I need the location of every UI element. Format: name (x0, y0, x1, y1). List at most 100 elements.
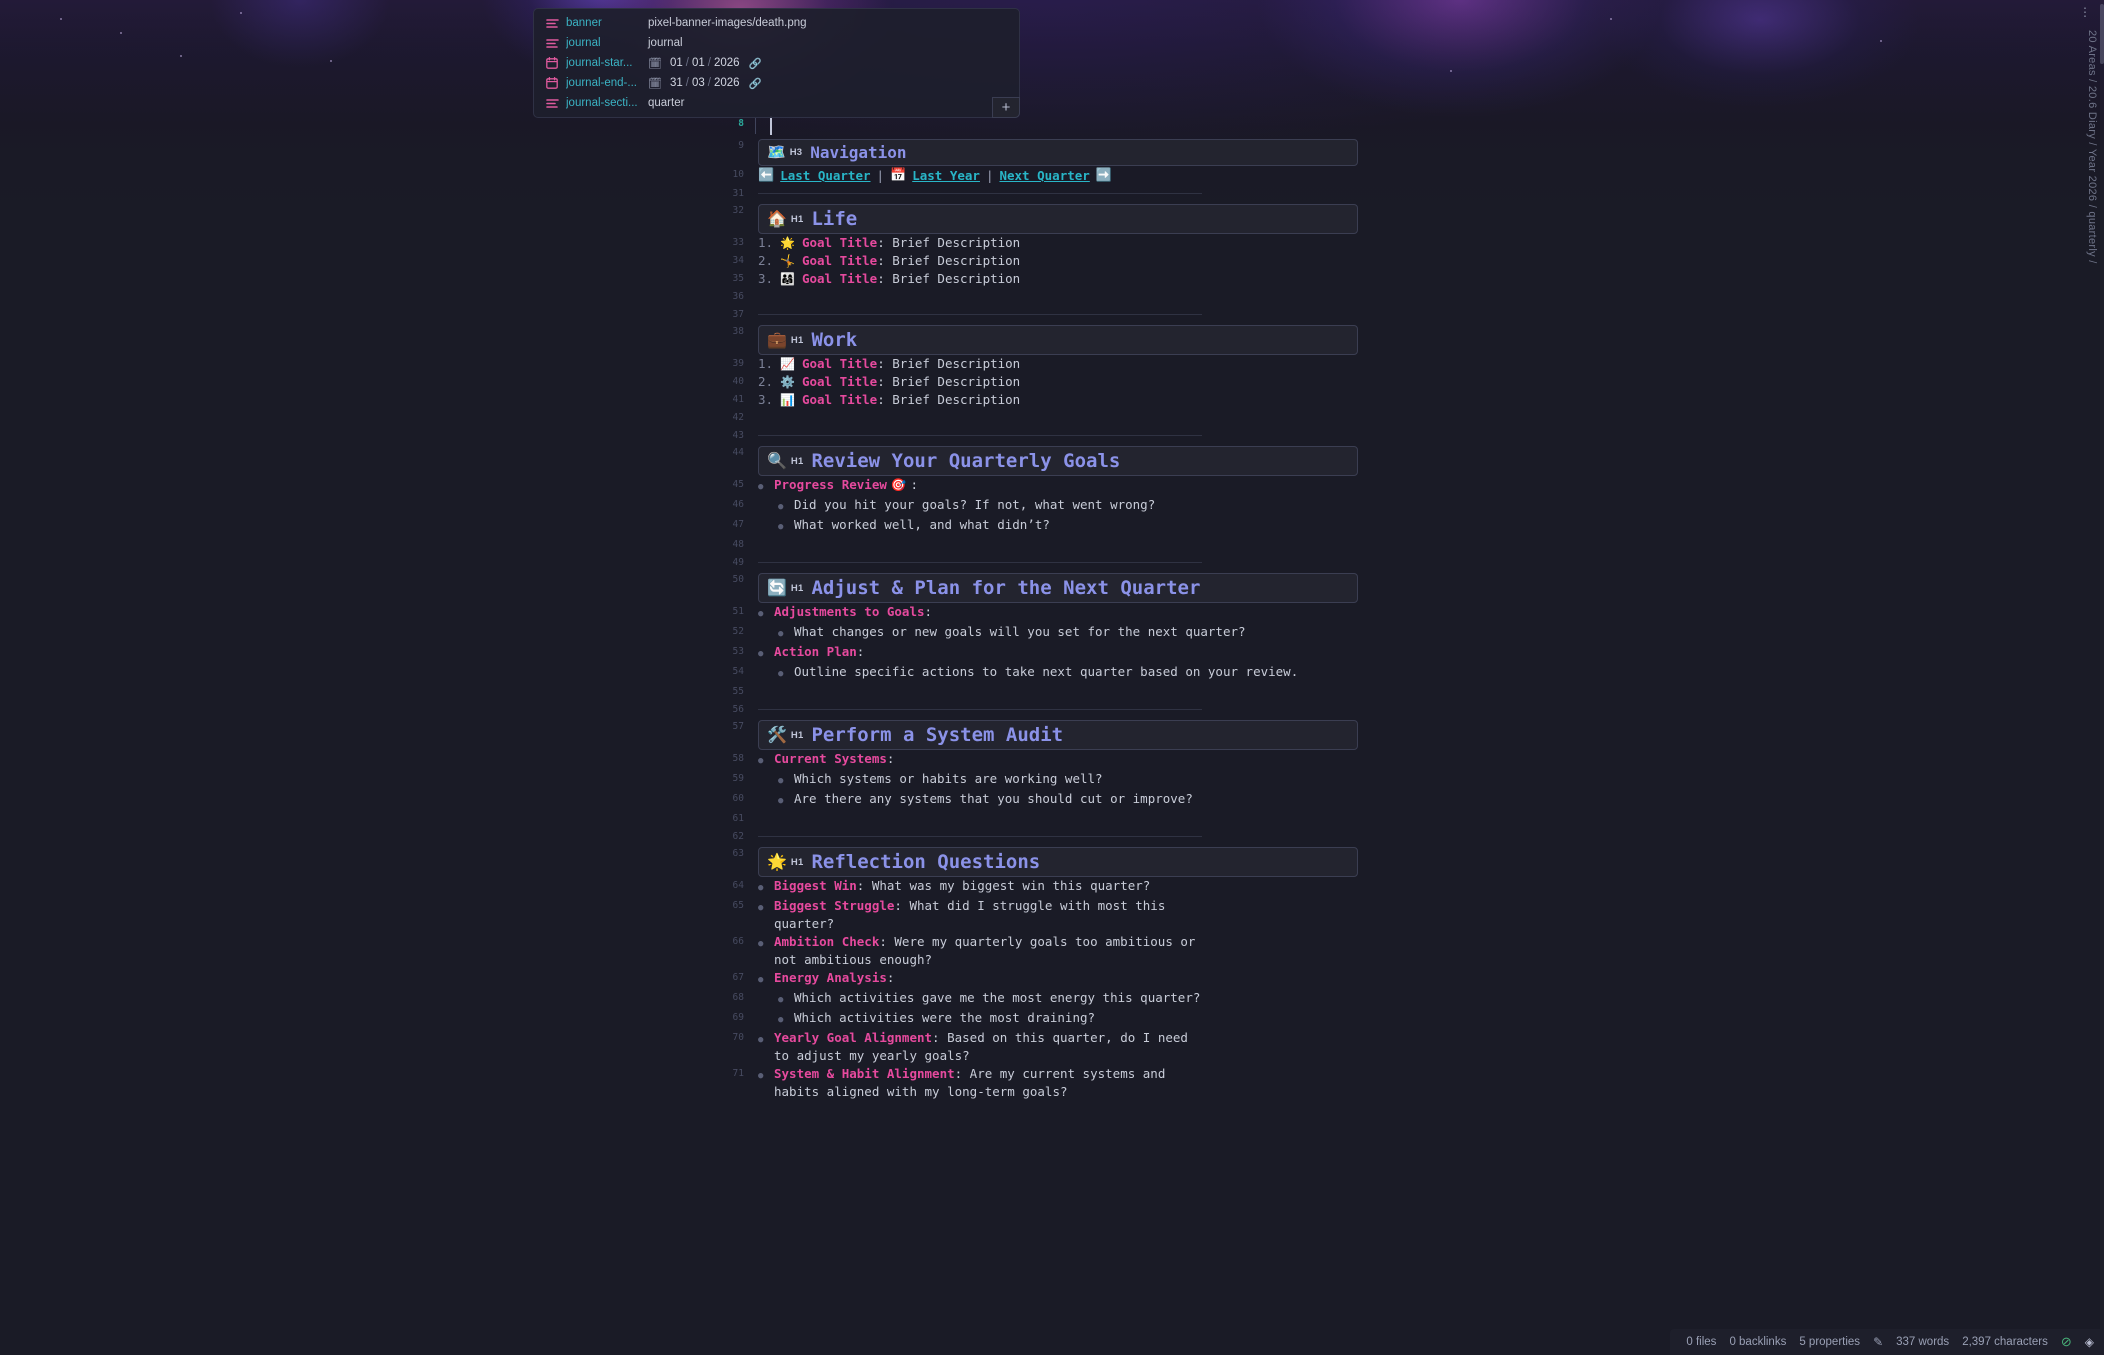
property-key[interactable]: journal (566, 37, 648, 49)
editor-line[interactable]: 48 (0, 536, 2104, 554)
property-row-journal-end-date[interactable]: journal-end-... 🗓 31 / 03 / 2026 🔗 (534, 73, 1019, 93)
editor-line[interactable]: 34 2. 🤸 Goal Title : Brief Description (0, 252, 2104, 270)
vertical-scrollbar-thumb[interactable] (2100, 4, 2104, 64)
heading-system-audit[interactable]: 🛠️ H1 Perform a System Audit (758, 720, 1358, 750)
editor-line[interactable]: 68 ● Which activities gave me the most e… (0, 989, 2104, 1009)
property-value[interactable]: journal (648, 37, 683, 49)
property-row-journal[interactable]: journal journal (534, 33, 1019, 53)
editor-line[interactable]: 40 2. ⚙️ Goal Title : Brief Description (0, 373, 2104, 391)
property-value-date[interactable]: 🗓 31 / 03 / 2026 🔗 (648, 77, 762, 90)
editor-line[interactable]: 39 1. 📈 Goal Title : Brief Description (0, 355, 2104, 373)
editor-line[interactable]: 65 ● Biggest Struggle: What did I strugg… (0, 897, 2104, 933)
property-value-date[interactable]: 🗓 01 / 01 / 2026 🔗 (648, 57, 762, 70)
heading-text: Review Your Quarterly Goals (811, 450, 1121, 472)
pencil-icon[interactable]: ✎ (1873, 1335, 1883, 1349)
link-icon[interactable]: 🔗 (749, 77, 762, 90)
editor-line[interactable]: 36 (0, 288, 2104, 306)
editor-line[interactable]: 54 ● Outline specific actions to take ne… (0, 663, 2104, 683)
editor-line[interactable]: 9 🗺️ H3 Navigation (0, 137, 2104, 166)
editor-line[interactable]: 49 (0, 554, 2104, 571)
property-row-journal-section[interactable]: journal-secti... quarter (534, 93, 1019, 113)
editor-line[interactable]: 42 (0, 409, 2104, 427)
editor-line[interactable]: 67 ● Energy Analysis: (0, 969, 2104, 989)
bullet-dot-icon: ● (758, 883, 764, 893)
property-key[interactable]: journal-end-... (566, 77, 648, 89)
left-arrow-icon: ⬅️ (758, 168, 775, 183)
line-number: 57 (732, 721, 744, 732)
editor-line[interactable]: 56 (0, 701, 2104, 718)
date-picker-icon[interactable]: 🗓 (648, 77, 662, 90)
editor-line[interactable]: 52 ● What changes or new goals will you … (0, 623, 2104, 643)
status-properties[interactable]: 5 properties (1799, 1336, 1860, 1348)
diamond-icon[interactable]: ◈ (2085, 1335, 2094, 1349)
editor-line[interactable]: 8 (0, 115, 2104, 137)
editor-line[interactable]: 32 🏠 H1 Life (0, 202, 2104, 234)
property-row-journal-start-date[interactable]: journal-star... 🗓 01 / 01 / 2026 🔗 (534, 53, 1019, 73)
heading-adjust-and-plan[interactable]: 🔄 H1 Adjust & Plan for the Next Quarter (758, 573, 1358, 603)
date-picker-icon[interactable]: 🗓 (648, 57, 662, 70)
editor-line[interactable]: 59 ● Which systems or habits are working… (0, 770, 2104, 790)
date-day[interactable]: 01 (670, 57, 683, 69)
date-month[interactable]: 01 (692, 57, 705, 69)
date-day[interactable]: 31 (670, 77, 683, 89)
editor-line[interactable]: 51 ● Adjustments to Goals: (0, 603, 2104, 623)
heading-text: Adjust & Plan for the Next Quarter (811, 577, 1201, 599)
editor-line[interactable]: 62 (0, 828, 2104, 845)
editor-line[interactable]: 58 ● Current Systems: (0, 750, 2104, 770)
properties-panel[interactable]: banner pixel-banner-images/death.png jou… (533, 8, 1020, 118)
heading-work[interactable]: 💼 H1 Work (758, 325, 1358, 355)
breadcrumb[interactable]: 20 Areas / 20.6 Diary / Year 2026 / quar… (2086, 30, 2098, 530)
editor-line[interactable]: 10 ⬅️ Last Quarter | 📅 Last Year | Next … (0, 166, 2104, 185)
date-year[interactable]: 2026 (714, 57, 740, 69)
date-year[interactable]: 2026 (714, 77, 740, 89)
editor-line[interactable]: 61 (0, 810, 2104, 828)
editor-line[interactable]: 50 🔄 H1 Adjust & Plan for the Next Quart… (0, 571, 2104, 603)
add-property-button[interactable]: + (992, 97, 1020, 118)
property-row-banner[interactable]: banner pixel-banner-images/death.png (534, 13, 1019, 33)
date-month[interactable]: 03 (692, 77, 705, 89)
heading-navigation[interactable]: 🗺️ H3 Navigation (758, 139, 1358, 166)
status-files[interactable]: 0 files (1686, 1336, 1716, 1348)
vertical-scrollbar-track[interactable] (2100, 0, 2104, 1355)
link-next-quarter[interactable]: Next Quarter (999, 168, 1089, 183)
editor-line[interactable]: 43 (0, 427, 2104, 444)
editor-line[interactable]: 69 ● Which activities were the most drai… (0, 1009, 2104, 1029)
editor-line[interactable]: 63 🌟 H1 Reflection Questions (0, 845, 2104, 877)
editor-line[interactable]: 71 ● System & Habit Alignment: Are my cu… (0, 1065, 2104, 1101)
link-icon[interactable]: 🔗 (749, 57, 762, 70)
note-editor[interactable]: 8 9 🗺️ H3 Navigation 10 ⬅️ Last Quarter (0, 115, 2104, 1101)
editor-line[interactable]: 57 🛠️ H1 Perform a System Audit (0, 718, 2104, 750)
editor-line[interactable]: 46 ● Did you hit your goals? If not, wha… (0, 496, 2104, 516)
property-value[interactable]: quarter (648, 97, 684, 109)
sync-status-icon[interactable]: ⊘ (2061, 1334, 2072, 1350)
property-key[interactable]: journal-star... (566, 57, 648, 69)
editor-line[interactable]: 37 (0, 306, 2104, 323)
editor-line[interactable]: 53 ● Action Plan: (0, 643, 2104, 663)
property-value[interactable]: pixel-banner-images/death.png (648, 17, 807, 29)
editor-line[interactable]: 70 ● Yearly Goal Alignment: Based on thi… (0, 1029, 2104, 1065)
editor-line[interactable]: 47 ● What worked well, and what didn’t? (0, 516, 2104, 536)
editor-line[interactable]: 33 1. 🌟 Goal Title : Brief Description (0, 234, 2104, 252)
more-options-icon[interactable]: ⋮ (2079, 6, 2093, 18)
property-key[interactable]: banner (566, 17, 648, 29)
heading-reflection-questions[interactable]: 🌟 H1 Reflection Questions (758, 847, 1358, 877)
editor-line[interactable]: 44 🔍 H1 Review Your Quarterly Goals (0, 444, 2104, 476)
editor-line[interactable]: 66 ● Ambition Check: Were my quarterly g… (0, 933, 2104, 969)
line-number: 51 (732, 606, 744, 617)
editor-line[interactable]: 45 ● Progress Review 🎯: (0, 476, 2104, 496)
link-last-year[interactable]: Last Year (912, 168, 980, 183)
heading-review-quarterly-goals[interactable]: 🔍 H1 Review Your Quarterly Goals (758, 446, 1358, 476)
editor-line[interactable]: 55 (0, 683, 2104, 701)
heading-life[interactable]: 🏠 H1 Life (758, 204, 1358, 234)
fold-indicator[interactable] (755, 117, 756, 134)
editor-line[interactable]: 38 💼 H1 Work (0, 323, 2104, 355)
editor-line[interactable]: 31 (0, 185, 2104, 202)
editor-line[interactable]: 64 ● Biggest Win: What was my biggest wi… (0, 877, 2104, 897)
editor-line[interactable]: 60 ● Are there any systems that you shou… (0, 790, 2104, 810)
status-backlinks[interactable]: 0 backlinks (1729, 1336, 1786, 1348)
list-item: 2. ⚙️ Goal Title : Brief Description (758, 373, 1020, 391)
editor-line[interactable]: 41 3. 📊 Goal Title : Brief Description (0, 391, 2104, 409)
editor-line[interactable]: 35 3. 👨‍👩‍👧 Goal Title : Brief Descripti… (0, 270, 2104, 288)
link-last-quarter[interactable]: Last Quarter (780, 168, 870, 183)
property-key[interactable]: journal-secti... (566, 97, 648, 109)
